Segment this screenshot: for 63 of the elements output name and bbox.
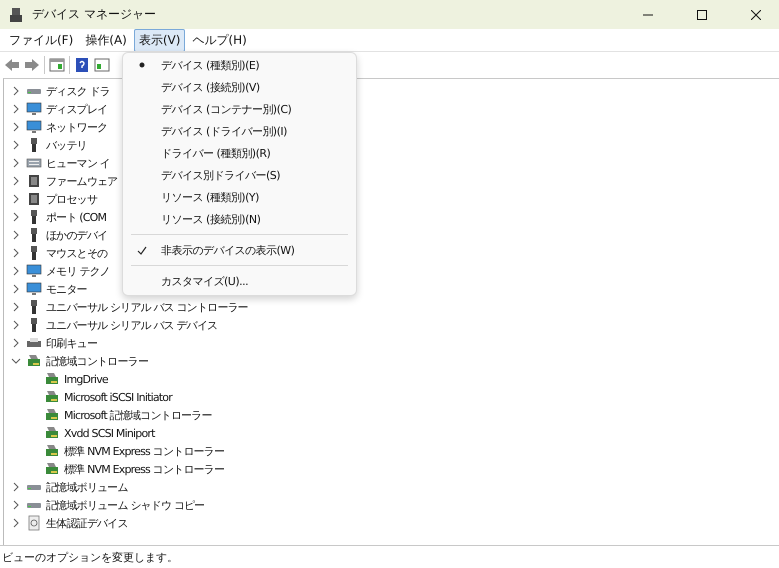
tree-item[interactable]: ImgDrive xyxy=(64,372,108,386)
menu-option[interactable]: デバイス (接続別)(V) xyxy=(161,80,260,94)
chip-icon xyxy=(26,173,42,189)
tree-item[interactable]: プロセッサ xyxy=(46,192,98,206)
storage-controller-icon xyxy=(44,371,60,387)
forward-arrow-icon[interactable] xyxy=(24,57,40,73)
tree-item[interactable]: 記憶域ボリューム xyxy=(46,480,128,494)
properties-icon[interactable] xyxy=(49,57,65,73)
fingerprint-icon xyxy=(26,515,42,531)
menu-item[interactable]: 操作(A) xyxy=(80,28,132,52)
tree-item[interactable]: 記憶域ボリューム シャドウ コピー xyxy=(46,498,204,512)
menu-item[interactable]: 表示(V) xyxy=(134,28,186,52)
window-title: デバイス マネージャー xyxy=(32,6,157,23)
menu-option[interactable]: デバイス (コンテナー別)(C) xyxy=(161,102,292,116)
tree-item[interactable]: 印刷キュー xyxy=(46,336,98,350)
menu-item[interactable]: ファイル(F) xyxy=(4,28,78,52)
storage-controller-icon xyxy=(44,443,60,459)
monitor-icon xyxy=(26,101,42,117)
tree-item[interactable]: バッテリ xyxy=(46,138,87,152)
help-icon[interactable] xyxy=(74,57,90,73)
tree-item[interactable]: ヒューマン イ xyxy=(46,156,110,170)
tree-item[interactable]: ディスク ドラ xyxy=(46,84,110,98)
storage-controller-icon xyxy=(44,389,60,405)
menu-option[interactable]: 非表示のデバイスの表示(W) xyxy=(161,242,294,258)
tree-item[interactable]: ファームウェア xyxy=(46,174,118,188)
tree-item[interactable]: Xvdd SCSI Miniport xyxy=(64,426,155,440)
monitor-icon xyxy=(26,119,42,135)
storage-controller-icon xyxy=(44,461,60,477)
menu-option[interactable]: リソース (接続別)(N) xyxy=(161,212,260,226)
tree-item[interactable]: ネットワーク xyxy=(46,120,108,134)
tree-item[interactable]: 記憶域コントローラー xyxy=(46,354,148,368)
menu-item[interactable]: ヘルプ(H) xyxy=(187,28,252,52)
app-icon xyxy=(8,6,24,22)
tree-item[interactable]: Microsoft 記憶域コントローラー xyxy=(64,408,212,422)
monitor-icon xyxy=(26,281,42,297)
tree-item[interactable]: メモリ テクノ xyxy=(46,264,110,278)
menu-option[interactable]: リソース (種類別)(Y) xyxy=(161,190,259,204)
storage-controller-icon xyxy=(26,353,42,369)
tree-item[interactable]: ポート (COM xyxy=(46,210,106,224)
status-text: ビューのオプションを変更します。 xyxy=(2,550,178,564)
menu-option[interactable]: カスタマイズ(U)... xyxy=(161,274,248,288)
monitor-icon xyxy=(26,263,42,279)
menu-option[interactable]: デバイス (ドライバー別)(I) xyxy=(161,124,287,138)
storage-controller-icon xyxy=(44,407,60,423)
tree-item[interactable]: 生体認証デバイス xyxy=(46,516,128,530)
menu-option[interactable]: デバイス別ドライバー(S) xyxy=(161,168,280,182)
back-arrow-icon[interactable] xyxy=(4,57,20,73)
tree-item[interactable]: 標準 NVM Express コントローラー xyxy=(64,444,224,458)
tree-item[interactable]: ユニバーサル シリアル バス コントローラー xyxy=(46,300,248,314)
chip-icon xyxy=(26,191,42,207)
tree-item[interactable]: モニター xyxy=(46,282,87,296)
tree-item[interactable]: Microsoft iSCSI Initiator xyxy=(64,390,172,404)
tree-item[interactable]: ユニバーサル シリアル バス デバイス xyxy=(46,318,218,332)
close-icon[interactable] xyxy=(751,10,761,20)
menu-option[interactable]: デバイス (種類別)(E) xyxy=(161,58,260,72)
maximize-icon[interactable] xyxy=(697,10,707,20)
window-icon[interactable] xyxy=(94,57,110,73)
tree-item[interactable]: ほかのデバイ xyxy=(46,228,108,242)
tree-item[interactable]: マウスとその xyxy=(46,246,108,260)
tree-item[interactable]: ディスプレイ xyxy=(46,102,108,116)
tree-item[interactable]: 標準 NVM Express コントローラー xyxy=(64,462,224,476)
menu-option[interactable]: ドライバー (種類別)(R) xyxy=(161,146,270,160)
storage-controller-icon xyxy=(44,425,60,441)
